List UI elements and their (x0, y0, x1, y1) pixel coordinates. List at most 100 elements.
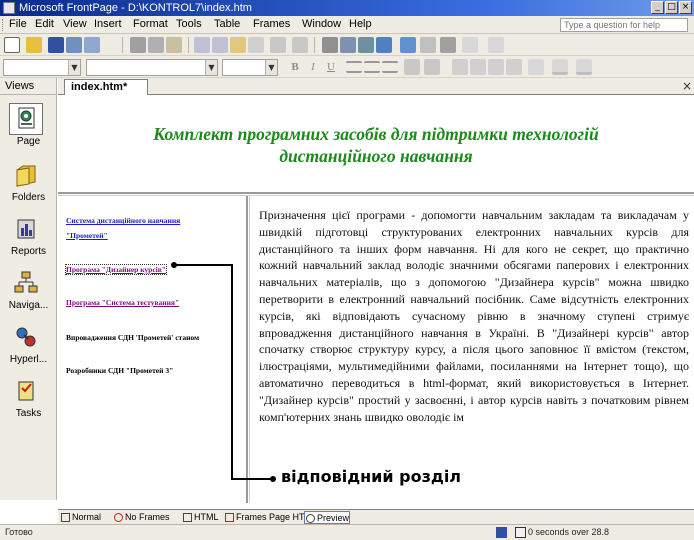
insert-table-icon[interactable] (340, 37, 356, 53)
hyperlinks-view-icon (16, 327, 36, 347)
tab-preview[interactable]: Preview (304, 511, 350, 524)
view-hyperlinks[interactable]: Hyperl... (0, 320, 57, 374)
align-right-icon[interactable] (382, 61, 398, 73)
publish-icon[interactable] (66, 37, 82, 53)
numbering-icon[interactable] (452, 59, 468, 75)
bullets-icon[interactable] (470, 59, 486, 75)
menu-insert[interactable]: Insert (94, 18, 122, 30)
menu-bar: File Edit View Insert Format Tools Table… (0, 16, 694, 34)
format-painter-icon[interactable] (248, 37, 264, 53)
frontpage-app-icon[interactable] (3, 2, 15, 14)
increase-indent-icon[interactable] (506, 59, 522, 75)
view-label: Naviga... (8, 300, 49, 311)
view-tasks[interactable]: Tasks (0, 374, 57, 428)
page-heading: Комплект програмних засобів для підтримк… (58, 123, 694, 167)
chevron-down-icon: ▼ (265, 60, 277, 75)
maximize-button[interactable]: □ (665, 1, 678, 14)
callout-line (231, 264, 233, 480)
hyperlink-icon[interactable] (400, 37, 416, 53)
menu-frames[interactable]: Frames (253, 18, 290, 30)
align-left-icon[interactable] (346, 61, 362, 73)
font-size-select[interactable]: ▼ (222, 59, 278, 76)
font-select[interactable]: ▼ (86, 59, 218, 76)
tab-index-htm[interactable]: index.htm* (64, 79, 148, 95)
web-component-icon[interactable] (84, 37, 100, 53)
menu-table[interactable]: Table (214, 18, 240, 30)
help-icon[interactable] (488, 37, 504, 53)
document-tab-strip: index.htm* × (58, 78, 694, 95)
decrease-font-icon[interactable] (424, 59, 440, 75)
bold-button[interactable]: B (288, 60, 302, 74)
cut-icon[interactable] (194, 37, 210, 53)
web-component-insert-icon[interactable] (322, 37, 338, 53)
insert-picture-icon[interactable] (358, 37, 374, 53)
callout-label: відповідний розділ (278, 467, 465, 486)
increase-font-icon[interactable] (404, 59, 420, 75)
nav-link-course-designer[interactable]: Програма "Дизайнер курсів" (65, 264, 167, 275)
align-center-icon[interactable] (364, 61, 380, 73)
undo-icon[interactable] (270, 37, 286, 53)
page-heading-line2: дистанційного навчання (279, 146, 473, 166)
show-all-icon[interactable] (462, 37, 478, 53)
view-label: Page (16, 136, 41, 147)
view-reports[interactable]: Reports (0, 212, 57, 266)
redo-icon[interactable] (292, 37, 308, 53)
nav-link-prometei[interactable]: "Прометей" (66, 231, 108, 240)
menu-view[interactable]: View (63, 18, 87, 30)
spelling-icon[interactable] (166, 37, 182, 53)
nav-link-developers[interactable]: Розробники СДН "Прометей 3" (66, 366, 173, 375)
close-button[interactable]: × (679, 1, 692, 14)
status-message: Готово (5, 527, 33, 537)
view-navigation[interactable]: Naviga... (0, 266, 57, 320)
navigation-view-icon (14, 271, 38, 293)
views-bar: Views Page Folders Reports Naviga... Hyp… (0, 78, 57, 500)
refresh-icon[interactable] (420, 37, 436, 53)
minimize-button[interactable]: _ (651, 1, 664, 14)
tab-normal[interactable]: Normal (60, 511, 101, 524)
style-select[interactable]: ▼ (3, 59, 81, 76)
italic-button[interactable]: I (306, 60, 320, 74)
underline-button[interactable]: U (324, 60, 338, 74)
toolbar-separator (188, 37, 189, 53)
menu-format[interactable]: Format (133, 18, 168, 30)
nav-link-sdn[interactable]: Система дистанційного навчання (66, 216, 180, 225)
view-label: Tasks (15, 408, 42, 419)
standard-toolbar (0, 34, 694, 56)
view-mode-tabs: Normal No Frames HTML Frames Page HTML P… (58, 509, 694, 524)
status-bar: Готово 0 seconds over 28.8 (0, 524, 694, 540)
toolbar-separator (314, 37, 315, 53)
menubar-grip[interactable] (2, 19, 5, 31)
close-document-icon[interactable]: × (682, 79, 692, 93)
preview-icon[interactable] (148, 37, 164, 53)
chevron-down-icon: ▼ (68, 60, 80, 75)
view-label: Reports (10, 246, 46, 257)
folders-view-icon (16, 165, 36, 187)
menu-edit[interactable]: Edit (35, 18, 54, 30)
highlight-icon[interactable] (552, 59, 568, 75)
tab-html[interactable]: HTML (182, 511, 219, 524)
help-question-input[interactable]: Type a question for help (560, 18, 688, 32)
menu-window[interactable]: Window (302, 18, 341, 30)
tab-no-frames[interactable]: No Frames (113, 511, 170, 524)
new-page-icon[interactable] (4, 37, 20, 53)
save-icon[interactable] (48, 37, 64, 53)
view-page[interactable]: Page (0, 102, 57, 156)
window-controls: _ □ × (651, 1, 692, 14)
font-color-icon[interactable] (576, 59, 592, 75)
menu-tools[interactable]: Tools (176, 18, 202, 30)
drawing-icon[interactable] (376, 37, 392, 53)
open-icon[interactable] (26, 37, 42, 53)
menu-file[interactable]: File (9, 18, 27, 30)
html-view-icon (183, 513, 192, 522)
view-label: Hyperl... (9, 354, 48, 365)
copy-icon[interactable] (212, 37, 228, 53)
nav-link-testing-system[interactable]: Програма "Система тестування" (66, 298, 179, 307)
decrease-indent-icon[interactable] (488, 59, 504, 75)
paste-icon[interactable] (230, 37, 246, 53)
stop-icon[interactable] (440, 37, 456, 53)
borders-icon[interactable] (528, 59, 544, 75)
menu-help[interactable]: Help (349, 18, 372, 30)
print-icon[interactable] (130, 37, 146, 53)
nav-link-implementation[interactable]: Впровадження СДН 'Прометей' станом (66, 333, 199, 342)
view-folders[interactable]: Folders (0, 158, 57, 212)
